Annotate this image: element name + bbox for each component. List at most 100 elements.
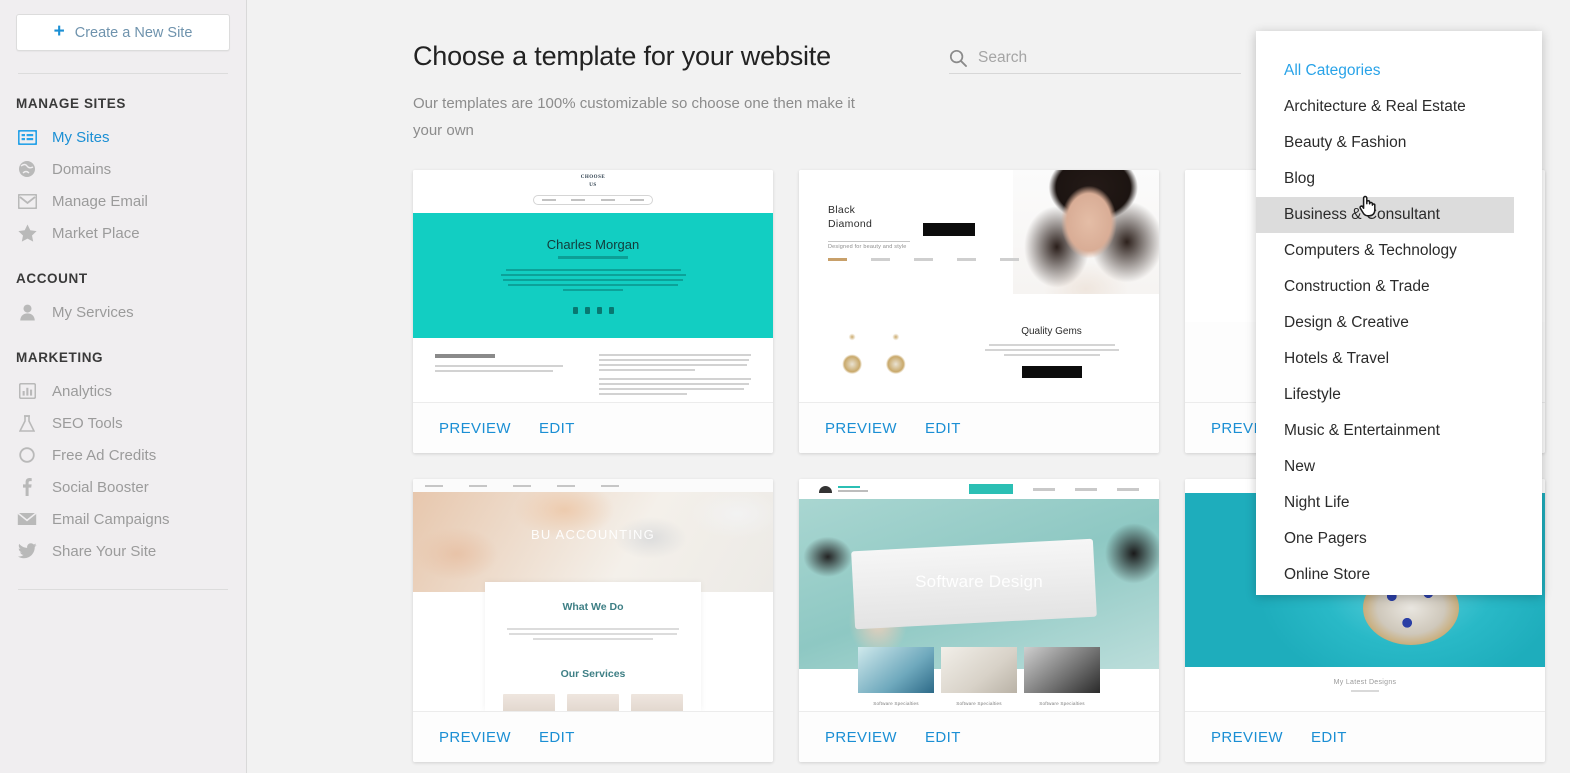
template-card-actions: PREVIEW EDIT [1185,711,1545,762]
template-feature-card: Software Specialties [941,647,1017,706]
template-card[interactable]: Black Diamond Designed for beauty and st… [799,170,1159,453]
sidebar-item-domains[interactable]: Domains [16,153,230,185]
template-body-right [599,354,751,395]
sidebar-item-market-place[interactable]: Market Place [16,217,230,249]
preview-button[interactable]: PREVIEW [825,729,897,746]
template-card-actions: PREVIEW EDIT [413,711,773,762]
category-item-music-entertainment[interactable]: Music & Entertainment [1256,413,1542,449]
template-body [413,338,773,395]
category-item-night-life[interactable]: Night Life [1256,485,1542,521]
template-feature-card: Software Specialties [1024,647,1100,706]
template-hero-title: BU ACCOUNTING [531,527,655,542]
sidebar-item-manage-email[interactable]: Manage Email [16,185,230,217]
category-item-hotels-travel[interactable]: Hotels & Travel [1256,341,1542,377]
sidebar-item-label: Analytics [52,382,113,400]
edit-button[interactable]: EDIT [1311,729,1347,746]
page-subtitle: Our templates are 100% customizable so c… [413,95,855,139]
globe-icon [16,159,38,179]
sidebar-item-my-services[interactable]: My Services [16,296,230,328]
category-item-beauty-fashion[interactable]: Beauty & Fashion [1256,125,1542,161]
category-item-all-categories[interactable]: All Categories [1256,53,1542,89]
sidebar-item-free-ad-credits[interactable]: Free Ad Credits [16,439,230,471]
template-feature-image [941,647,1017,693]
template-footer: My Latest Designs [1185,667,1545,711]
template-body-left [435,354,575,395]
template-hero-title: Software Design [915,572,1043,591]
sidebar-item-seo-tools[interactable]: SEO Tools [16,407,230,439]
sidebar-item-label: Share Your Site [52,542,157,560]
edit-button[interactable]: EDIT [925,729,961,746]
template-section1-paragraph [506,628,680,640]
template-feature-card: Software Specialties [858,647,934,706]
edit-button[interactable]: EDIT [925,420,961,437]
edit-button[interactable]: EDIT [539,420,575,437]
template-footer-caption: My Latest Designs [1333,679,1397,686]
template-title: Black Diamond [828,204,872,230]
search-input[interactable] [978,48,1241,67]
template-feature-cards: Software Specialties Software Specialtie… [799,647,1159,706]
create-a-new-site-button[interactable]: + Create a New Site [16,14,230,51]
sidebar-group-title-marketing: MARKETING [16,350,104,365]
template-nav [828,258,1019,261]
preview-button[interactable]: PREVIEW [439,420,511,437]
twitter-icon [16,541,38,561]
template-thumbnail-software-design: Software Design Software Specialties Sof… [799,479,1159,711]
template-earrings-photo [823,322,927,390]
person-icon [16,302,38,322]
template-divider [828,241,910,242]
template-logo: CHOOSE US [581,174,605,190]
category-item-new[interactable]: New [1256,449,1542,485]
template-tagline: Designed for beauty and style [828,244,907,250]
template-card-actions: PREVIEW EDIT [799,711,1159,762]
category-item-computers-technology[interactable]: Computers & Technology [1256,233,1542,269]
create-a-new-site-label: Create a New Site [74,24,193,41]
preview-button[interactable]: PREVIEW [439,729,511,746]
template-feature-caption: Software Specialties [956,701,1002,706]
plus-icon: + [53,21,65,42]
category-item-design-creative[interactable]: Design & Creative [1256,305,1542,341]
search-bar[interactable] [949,42,1241,74]
template-hero-subtitle-bar [558,256,628,259]
template-thumbnail-bu-accounting: BU ACCOUNTING What We Do Our Services [413,479,773,711]
sidebar-item-label: Market Place [52,224,140,242]
page-title: Choose a template for your website [413,41,831,71]
template-card[interactable]: CHOOSE US Charles Morgan PREVIEW EDIT [413,170,773,453]
template-hero-title: Charles Morgan [546,237,640,252]
template-nav [799,479,1159,499]
edit-button[interactable]: EDIT [539,729,575,746]
template-feature-image [1024,647,1100,693]
template-title-line2: Diamond [828,218,873,230]
sidebar-item-label: My Sites [52,128,110,146]
template-footer-underline [1351,690,1379,692]
star-icon [16,223,38,243]
category-item-architecture-real-estate[interactable]: Architecture & Real Estate [1256,89,1542,125]
category-item-blog[interactable]: Blog [1256,161,1542,197]
preview-button[interactable]: PREVIEW [1211,729,1283,746]
sidebar-item-label: Email Campaigns [52,510,170,528]
sidebar-item-analytics[interactable]: Analytics [16,375,230,407]
template-thumbnail-charles-morgan: CHOOSE US Charles Morgan [413,170,773,402]
template-section: Quality Gems [979,326,1124,378]
category-item-one-pagers[interactable]: One Pagers [1256,521,1542,557]
sidebar-item-my-sites[interactable]: My Sites [16,121,230,153]
sidebar-item-label: SEO Tools [52,414,123,432]
category-item-lifestyle[interactable]: Lifestyle [1256,377,1542,413]
facebook-icon [16,477,38,497]
sidebar-item-label: Free Ad Credits [52,446,157,464]
template-header: CHOOSE US [413,170,773,213]
template-logo-line2: US [589,183,597,188]
template-logo-text [838,486,868,492]
sidebar-item-email-campaigns[interactable]: Email Campaigns [16,503,230,535]
template-card[interactable]: Software Design Software Specialties Sof… [799,479,1159,762]
category-item-construction-trade[interactable]: Construction & Trade [1256,269,1542,305]
template-nav-items [969,484,1139,494]
category-item-online-store[interactable]: Online Store [1256,557,1542,593]
template-social-icons [572,307,614,314]
sidebar-item-social-booster[interactable]: Social Booster [16,471,230,503]
template-card[interactable]: BU ACCOUNTING What We Do Our Services PR… [413,479,773,762]
category-item-business-consultant[interactable]: Business & Consultant [1256,197,1514,233]
sidebar-item-share-your-site[interactable]: Share Your Site [16,535,230,567]
category-dropdown-menu[interactable]: All Categories Architecture & Real Estat… [1256,31,1542,595]
preview-button[interactable]: PREVIEW [825,420,897,437]
sidebar-divider-bottom [18,589,228,590]
